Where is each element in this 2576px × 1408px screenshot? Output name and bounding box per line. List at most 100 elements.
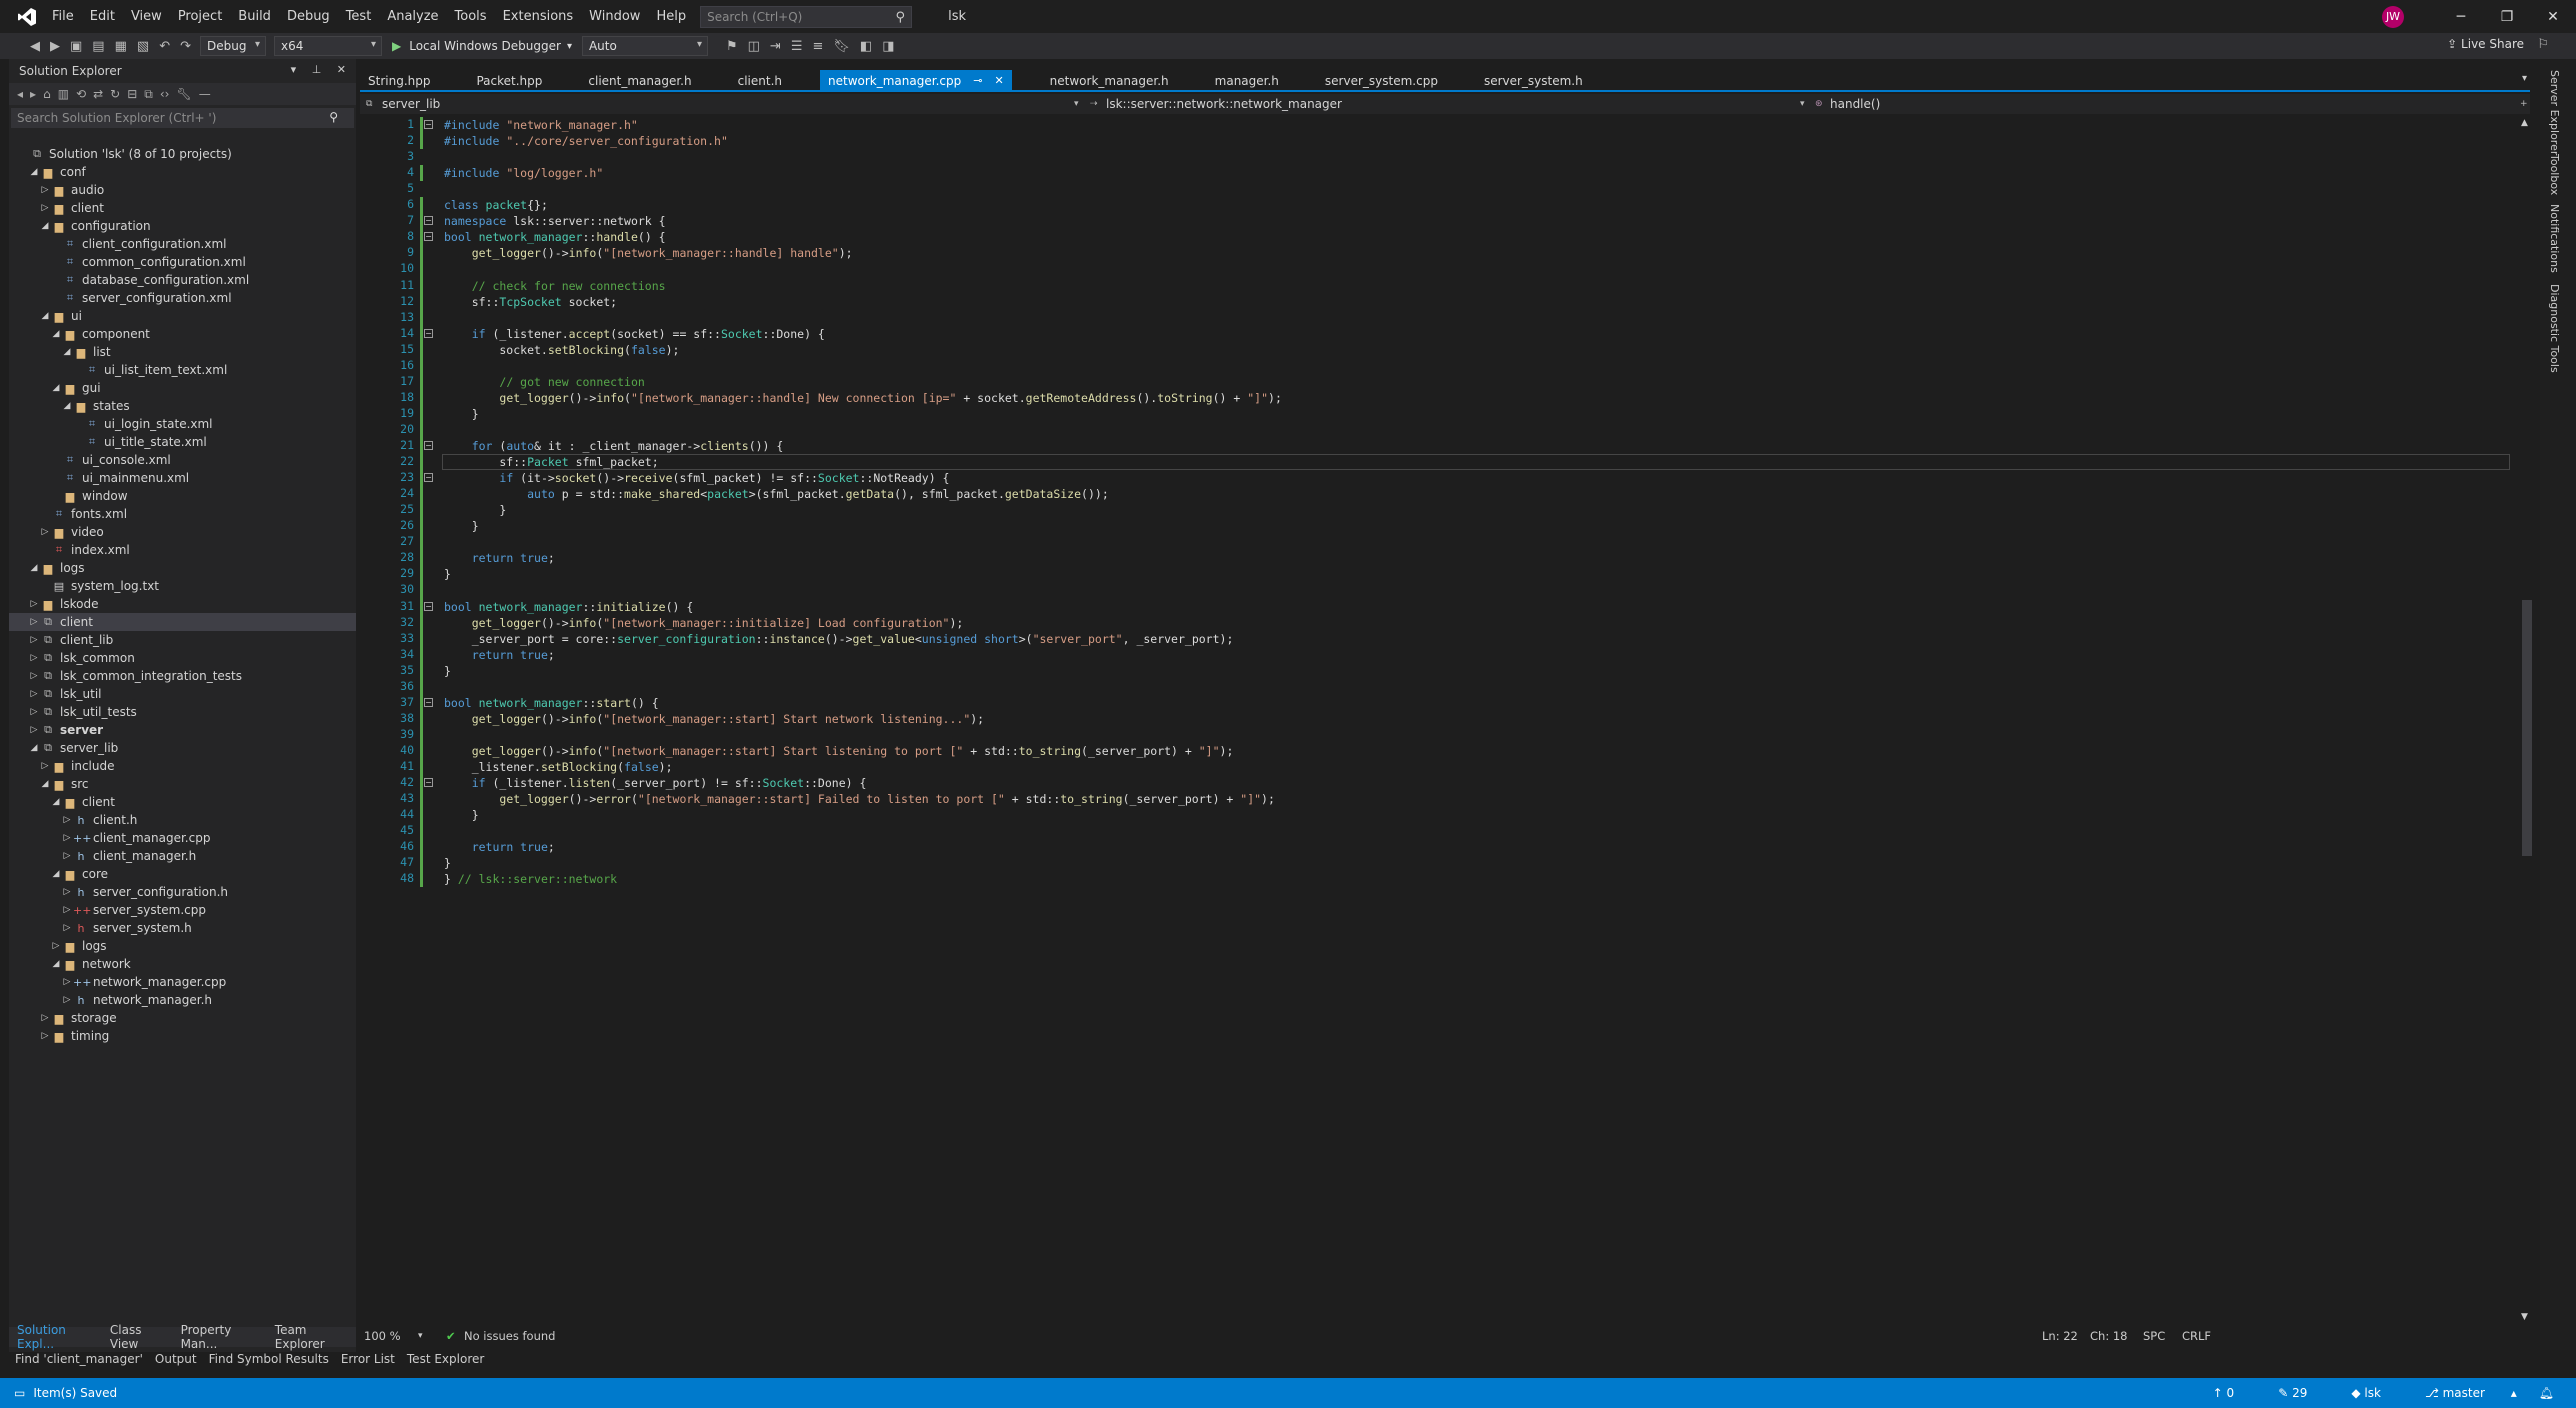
- collapsed-arrow-icon[interactable]: ▷: [28, 725, 40, 735]
- publish-status[interactable]: ↑ 0: [2213, 1386, 2257, 1400]
- document-tab[interactable]: Packet.hpp: [468, 70, 550, 91]
- menu-item-build[interactable]: Build: [230, 9, 279, 24]
- collapse-icon[interactable]: −: [424, 120, 433, 129]
- save-icon[interactable]: ▦: [115, 39, 127, 54]
- tree-item[interactable]: ▷ ⧉ lsk_util_tests: [9, 703, 356, 721]
- tree-item[interactable]: ◢ ▆ gui: [9, 379, 356, 397]
- tree-item[interactable]: ⌗ database_configuration.xml: [9, 271, 356, 289]
- collapse-icon[interactable]: −: [424, 473, 433, 483]
- expanded-arrow-icon[interactable]: ◢: [39, 779, 51, 789]
- menu-item-file[interactable]: File: [44, 9, 82, 24]
- switch-views-icon[interactable]: ▥: [58, 87, 69, 101]
- tool-window-tab[interactable]: Solution Expl...: [9, 1323, 102, 1351]
- output-tab[interactable]: Test Explorer: [401, 1352, 490, 1366]
- side-tab[interactable]: Diagnostic Tools: [2548, 284, 2561, 373]
- nav-scope[interactable]: lsk::server::network::network_manager: [1106, 97, 1342, 111]
- expanded-arrow-icon[interactable]: ◢: [61, 347, 73, 357]
- tree-item[interactable]: ◢ ⧉ server_lib: [9, 739, 356, 757]
- menu-item-window[interactable]: Window: [581, 9, 648, 24]
- undo-icon[interactable]: ↶: [159, 39, 170, 54]
- zoom-level[interactable]: 100 %: [364, 1329, 401, 1343]
- collapse-all-icon[interactable]: ⊟: [127, 87, 137, 101]
- tree-item[interactable]: ▷ ▆ video: [9, 523, 356, 541]
- nav-member[interactable]: handle(): [1830, 97, 1880, 111]
- pending-changes-status[interactable]: ✎ 29: [2278, 1386, 2329, 1400]
- document-tab[interactable]: client_manager.h: [580, 70, 699, 91]
- back-icon[interactable]: ◀: [30, 39, 40, 54]
- tree-item[interactable]: ⌗ ui_list_item_text.xml: [9, 361, 356, 379]
- issues-status[interactable]: No issues found: [464, 1329, 555, 1343]
- open-file-icon[interactable]: ▤: [92, 39, 104, 54]
- scroll-up-icon[interactable]: ▲: [2521, 118, 2528, 128]
- tree-item[interactable]: ▷ h server_system.h: [9, 919, 356, 937]
- tree-item[interactable]: ▷ ⧉ lsk_common: [9, 649, 356, 667]
- pin-icon[interactable]: ⊸: [973, 74, 982, 87]
- collapsed-arrow-icon[interactable]: ▷: [61, 923, 73, 933]
- back-icon[interactable]: ◂: [17, 87, 23, 101]
- collapsed-arrow-icon[interactable]: ▷: [50, 941, 62, 951]
- tree-item[interactable]: ⌗ fonts.xml: [9, 505, 356, 523]
- close-icon[interactable]: ✕: [994, 74, 1003, 87]
- tree-item[interactable]: ▷ ⧉ lsk_common_integration_tests: [9, 667, 356, 685]
- bookmark-icon[interactable]: 🔖︎: [833, 39, 850, 54]
- expanded-arrow-icon[interactable]: ◢: [61, 401, 73, 411]
- output-tab[interactable]: Find Symbol Results: [203, 1352, 335, 1366]
- bookmark-prev-icon[interactable]: ◧: [860, 39, 872, 54]
- home-icon[interactable]: ⌂: [43, 87, 51, 101]
- collapsed-arrow-icon[interactable]: ▷: [28, 707, 40, 717]
- menu-item-project[interactable]: Project: [170, 9, 230, 24]
- collapsed-arrow-icon[interactable]: ▷: [39, 203, 51, 213]
- side-tab[interactable]: Server Explorer: [2548, 70, 2561, 155]
- output-tab[interactable]: Find 'client_manager': [9, 1352, 149, 1366]
- tree-item[interactable]: ▷ h client_manager.h: [9, 847, 356, 865]
- tool-window-tab[interactable]: Property Man...: [173, 1323, 267, 1351]
- tree-item[interactable]: ▷ ++ server_system.cpp: [9, 901, 356, 919]
- search-box[interactable]: Search (Ctrl+Q) ⚲: [700, 5, 913, 28]
- preview-icon[interactable]: ‹›: [160, 87, 170, 101]
- tree-item[interactable]: ◢ ▆ logs: [9, 559, 356, 577]
- tree-item[interactable]: ◢ ▆ ui: [9, 307, 356, 325]
- user-avatar[interactable]: JW: [2382, 5, 2404, 28]
- tab-overflow-icon[interactable]: ▾: [2522, 73, 2527, 84]
- menu-item-analyze[interactable]: Analyze: [379, 9, 446, 24]
- document-tab[interactable]: client.h: [730, 70, 790, 91]
- output-tab[interactable]: Output: [149, 1352, 203, 1366]
- collapsed-arrow-icon[interactable]: ▷: [61, 977, 73, 987]
- indent-icon[interactable]: ☰: [791, 39, 803, 54]
- collapse-icon[interactable]: −: [424, 232, 433, 242]
- platform-dropdown[interactable]: x64 ▾: [274, 36, 382, 56]
- more-icon[interactable]: —: [199, 87, 211, 101]
- tool-window-tab[interactable]: Team Explorer: [267, 1323, 356, 1351]
- collapsed-arrow-icon[interactable]: ▷: [39, 1013, 51, 1023]
- side-tab[interactable]: Toolbox: [2548, 154, 2561, 195]
- restore-icon[interactable]: ❐: [2484, 9, 2530, 25]
- collapsed-arrow-icon[interactable]: ▷: [39, 761, 51, 771]
- tree-item[interactable]: ◢ ▆ client: [9, 793, 356, 811]
- expanded-arrow-icon[interactable]: ◢: [28, 167, 40, 177]
- save-all-icon[interactable]: ▧: [137, 39, 149, 54]
- close-icon[interactable]: ✕: [2530, 9, 2576, 25]
- tree-item[interactable]: ▷ ⧉ client_lib: [9, 631, 356, 649]
- collapsed-arrow-icon[interactable]: ▷: [28, 689, 40, 699]
- document-tab[interactable]: network_manager.h: [1042, 70, 1177, 91]
- chevron-down-icon[interactable]: ▾: [418, 1331, 423, 1341]
- expanded-arrow-icon[interactable]: ◢: [50, 797, 62, 807]
- collapse-icon[interactable]: −: [424, 441, 433, 450]
- tree-item[interactable]: ▷ h client.h: [9, 811, 356, 829]
- tree-item[interactable]: ◢ ▆ states: [9, 397, 356, 415]
- show-all-files-icon[interactable]: ⧉: [144, 87, 153, 102]
- document-tab[interactable]: server_system.cpp: [1317, 70, 1446, 91]
- menu-item-test[interactable]: Test: [338, 9, 380, 24]
- collapsed-arrow-icon[interactable]: ▷: [61, 851, 73, 861]
- tree-item[interactable]: ◢ ▆ component: [9, 325, 356, 343]
- tree-item[interactable]: ⌗ ui_login_state.xml: [9, 415, 356, 433]
- tree-item[interactable]: ⧉ Solution 'lsk' (8 of 10 projects): [9, 145, 356, 163]
- collapsed-arrow-icon[interactable]: ▷: [28, 635, 40, 645]
- collapsed-arrow-icon[interactable]: ▷: [61, 887, 73, 897]
- screenshot-icon[interactable]: ◫: [748, 39, 760, 54]
- tree-item[interactable]: ▷ ▆ lskode: [9, 595, 356, 613]
- chevron-down-icon[interactable]: ▾: [1074, 99, 1079, 109]
- tree-item[interactable]: ⌗ ui_title_state.xml: [9, 433, 356, 451]
- collapsed-arrow-icon[interactable]: ▷: [61, 815, 73, 825]
- collapse-icon[interactable]: −: [424, 216, 433, 226]
